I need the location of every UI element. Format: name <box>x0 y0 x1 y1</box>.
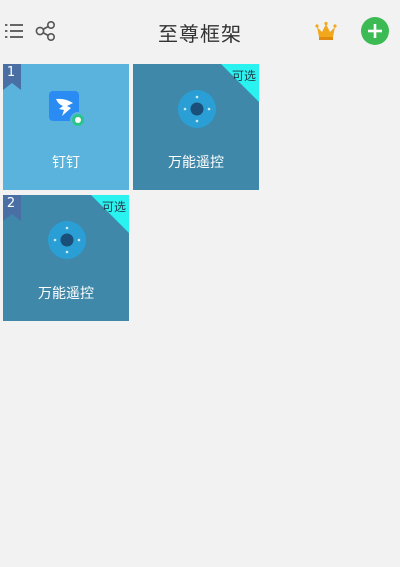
optional-badge-label: 可选 <box>101 200 126 214</box>
tile-label: 万能遥控 <box>38 286 94 302</box>
page-title: 至尊框架 <box>158 22 242 46</box>
remote-control-icon <box>48 221 86 259</box>
optional-badge-label: 可选 <box>231 69 256 83</box>
tile-label: 万能遥控 <box>168 155 224 171</box>
dingtalk-icon <box>49 91 86 128</box>
top-bar: 至尊框架 <box>0 0 400 62</box>
slot-number: 1 <box>6 65 16 80</box>
app-tile-remote[interactable]: 可选 万能遥控 <box>133 64 259 190</box>
add-icon[interactable] <box>361 17 389 45</box>
slot-number: 2 <box>6 196 16 211</box>
remote-control-icon <box>178 90 216 128</box>
tile-label: 钉钉 <box>52 155 80 171</box>
app-tile-remote-slot-2[interactable]: 2 可选 万能遥控 <box>3 195 129 321</box>
app-tile-dingtalk[interactable]: 1 钉钉 <box>3 64 129 190</box>
crown-icon[interactable] <box>315 21 337 41</box>
